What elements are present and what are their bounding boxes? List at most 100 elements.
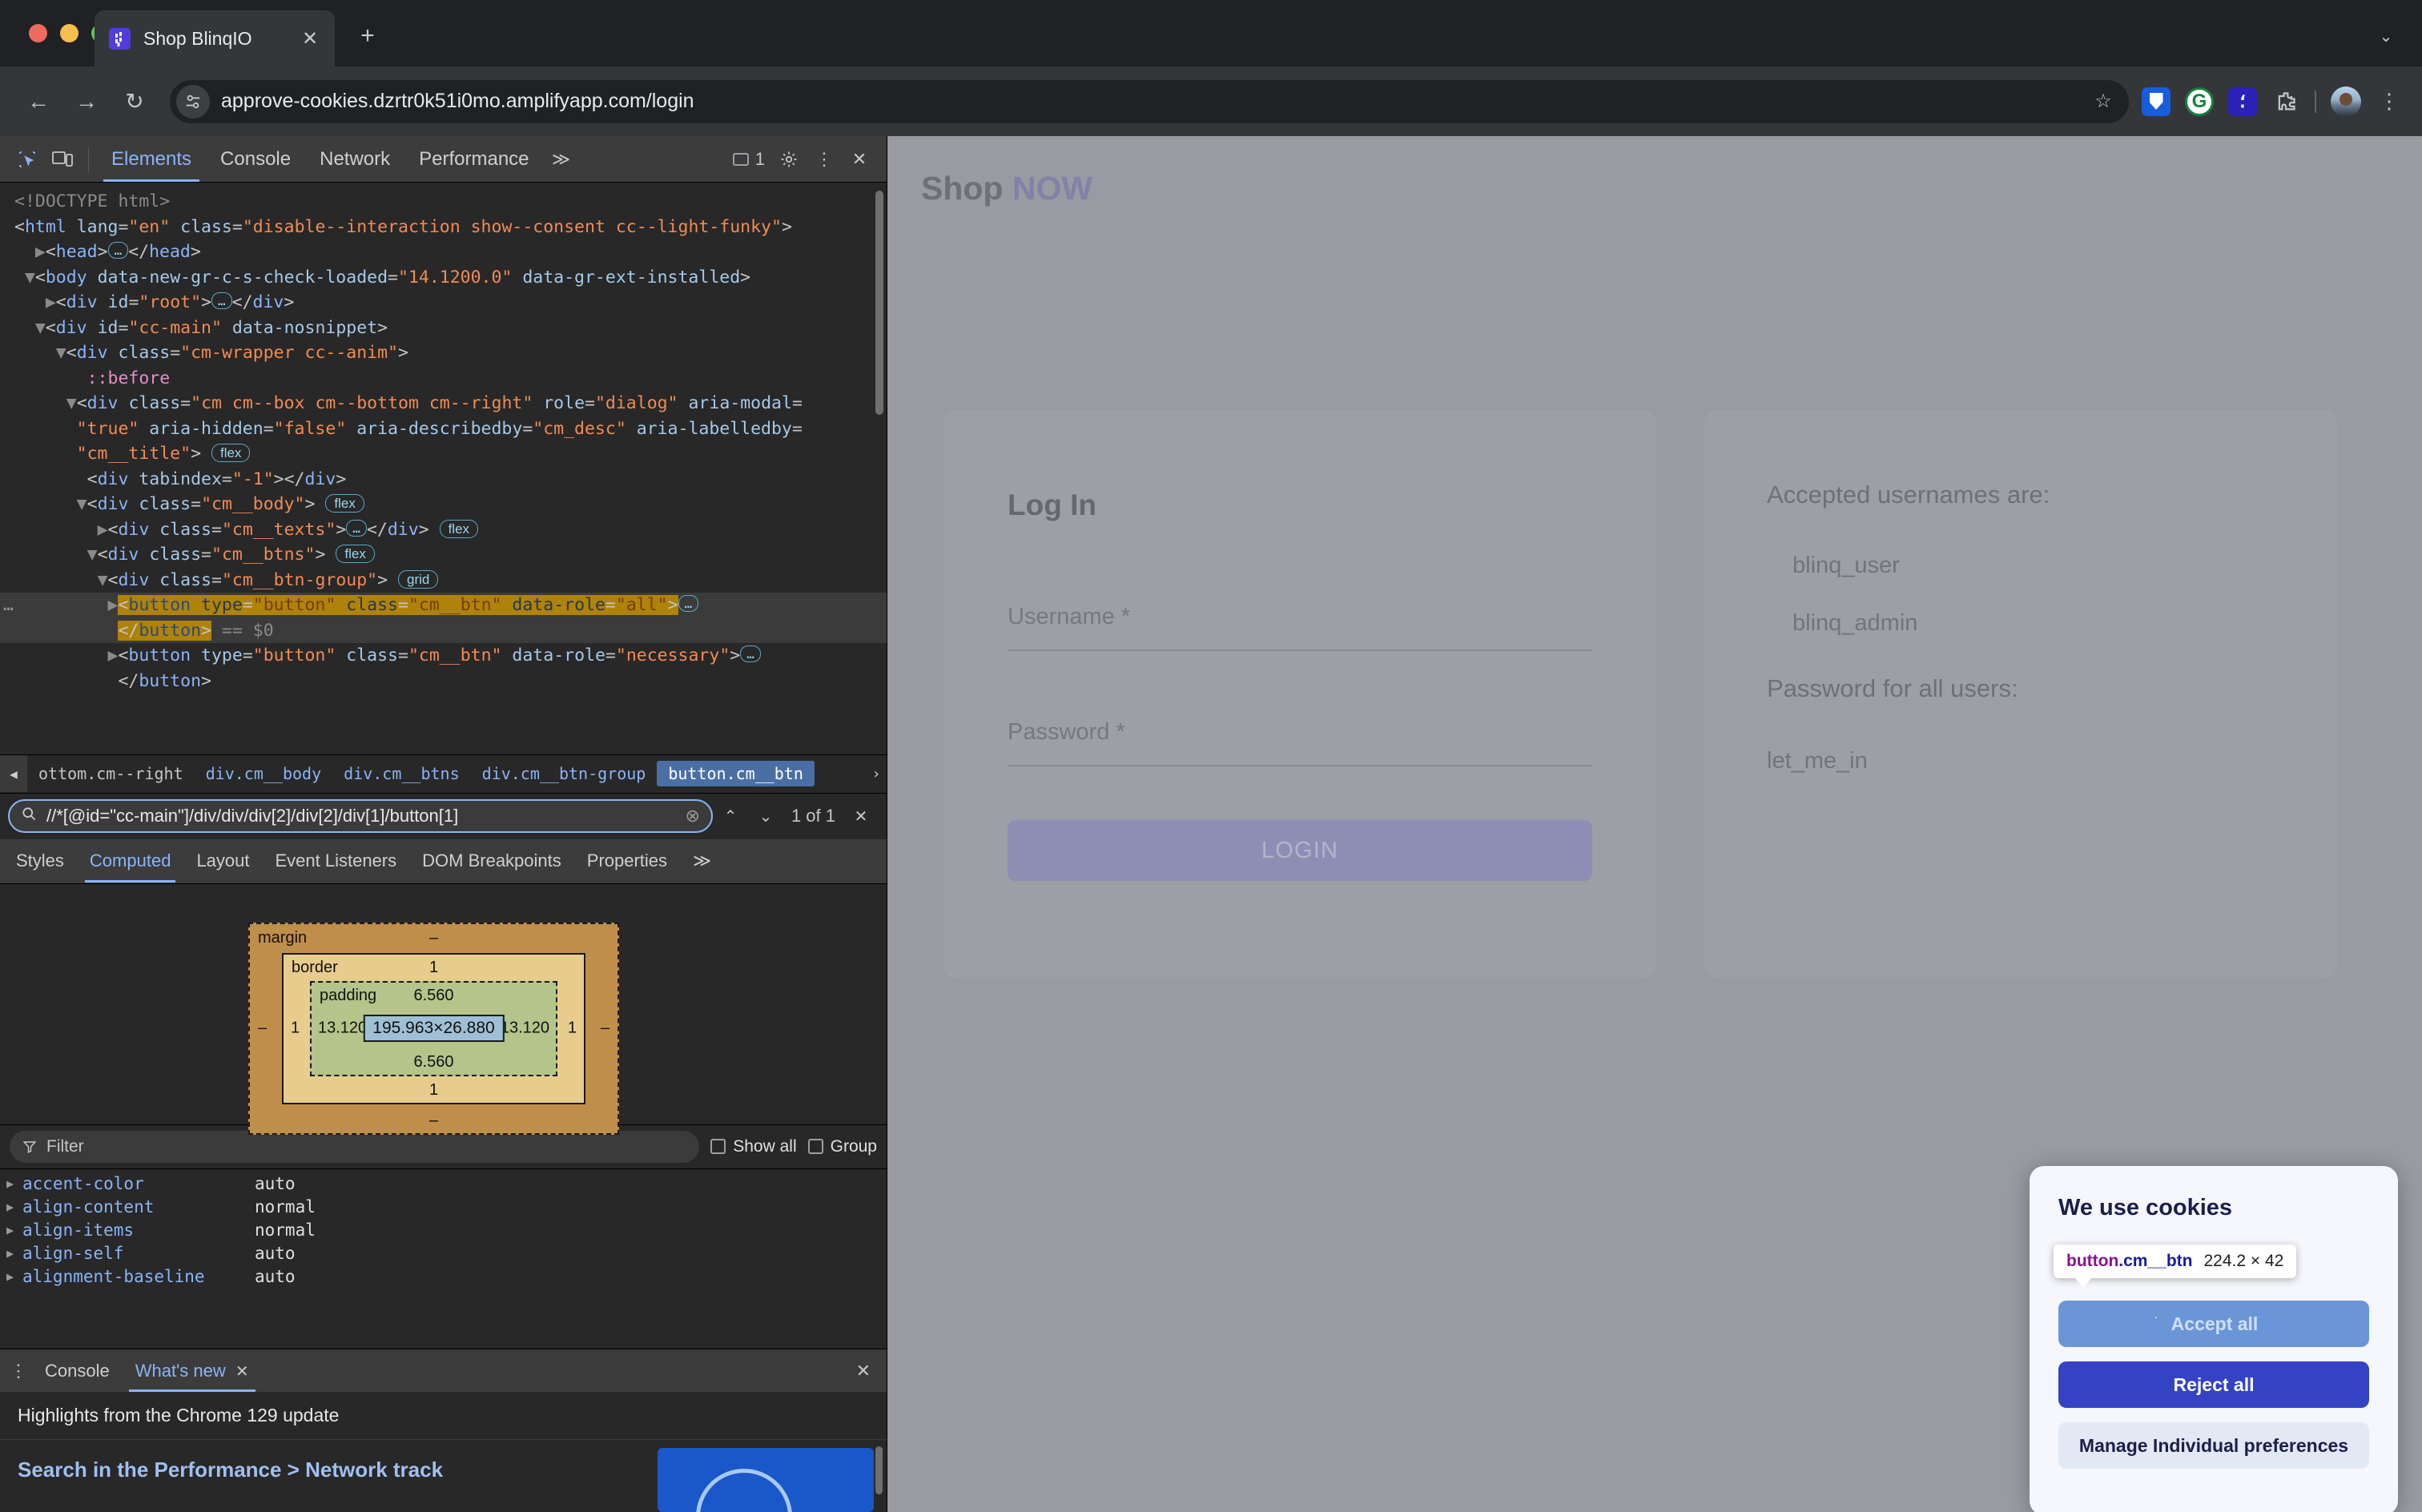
address-bar[interactable]: approve-cookies.dzrtr0k51i0mo.amplifyapp… (170, 80, 2129, 123)
clear-search-icon[interactable]: ⊗ (686, 806, 700, 826)
sidebar-more-tabs-icon[interactable]: ≫ (680, 839, 724, 883)
computed-property-row[interactable]: ▶ align-content normal (0, 1196, 887, 1219)
tab-dom-breakpoints[interactable]: DOM Breakpoints (409, 839, 574, 883)
dom-line[interactable]: ▶<head>…</head> (0, 239, 887, 265)
bookmark-star-icon[interactable]: ☆ (2087, 86, 2119, 118)
computed-property-row[interactable]: ▶ alignment-baseline auto (0, 1265, 887, 1289)
issues-badge[interactable]: 1 (733, 149, 765, 170)
username-field[interactable]: Username * (1008, 604, 1592, 651)
box-model-padding[interactable]: padding 6.560 6.560 13.120 13.120 195.96… (310, 981, 557, 1076)
back-button[interactable]: ← (19, 82, 58, 121)
box-model-margin-bottom[interactable]: – (429, 1112, 438, 1130)
tab-styles[interactable]: Styles (3, 839, 77, 883)
dom-line[interactable]: ::before (0, 366, 887, 392)
extensions-puzzle-icon[interactable] (2271, 87, 2300, 116)
dom-line[interactable]: ▶<button type="button" class="cm__btn" d… (0, 643, 887, 669)
dom-line[interactable]: ▶<div id="root">…</div> (0, 290, 887, 316)
breadcrumb-item-cm-btns[interactable]: div.cm__btns (332, 764, 471, 783)
tab-network[interactable]: Network (305, 137, 404, 182)
box-model-margin-left[interactable]: – (258, 1019, 267, 1038)
filter-input[interactable]: Filter (10, 1131, 699, 1163)
box-model-padding-right[interactable]: 13.120 (501, 1019, 549, 1038)
bitwarden-extension-icon[interactable] (2142, 87, 2171, 116)
checkbox-box[interactable] (710, 1139, 726, 1154)
tab-console[interactable]: Console (206, 137, 305, 182)
devtools-close-icon[interactable]: ✕ (842, 142, 877, 177)
box-model-margin[interactable]: margin – – – – border 1 1 1 1 padding 6.… (248, 923, 619, 1135)
device-toolbar-icon[interactable] (45, 142, 80, 177)
breadcrumb[interactable]: ◀ ottom.cm--right div.cm__body div.cm__b… (0, 754, 887, 793)
accept-all-button[interactable]: Accept all (2058, 1301, 2369, 1347)
dom-line[interactable]: ▼<div class="cm-wrapper cc--anim"> (0, 340, 887, 366)
browser-tab[interactable]: Shop BlinqIO ✕ (95, 10, 335, 66)
dom-line[interactable]: ▼<div class="cm__btn-group"> grid (0, 568, 887, 593)
dom-line-selected-end[interactable]: </button> == $0 (0, 618, 887, 644)
close-icon[interactable]: ✕ (235, 1363, 249, 1381)
search-prev-button[interactable]: ⌃ (713, 806, 748, 826)
drawer-tab-console[interactable]: Console (32, 1350, 123, 1392)
tab-properties[interactable]: Properties (574, 839, 680, 883)
dom-line[interactable]: ▼<body data-new-gr-c-s-check-loaded="14.… (0, 265, 887, 291)
reject-all-button[interactable]: Reject all (2058, 1361, 2369, 1408)
search-input[interactable]: //*[@id="cc-main"]/div/div/div[2]/div[2]… (8, 799, 713, 833)
search-next-button[interactable]: ⌄ (748, 806, 783, 826)
expand-triangle-icon[interactable]: ▶ (6, 1242, 22, 1265)
password-field[interactable]: Password * (1008, 719, 1592, 766)
inspect-element-icon[interactable] (10, 142, 45, 177)
chevron-down-icon[interactable]: ⌄ (2369, 19, 2403, 53)
line-overflow-dots[interactable]: … (3, 593, 14, 618)
more-tabs-icon[interactable]: ≫ (544, 142, 579, 177)
new-tab-button[interactable]: + (351, 19, 384, 53)
checkbox-box[interactable] (808, 1139, 823, 1154)
reload-button[interactable]: ↻ (115, 82, 154, 121)
breadcrumb-item-button-cm-btn[interactable]: button.cm__btn (657, 761, 815, 786)
breadcrumb-item-cm-btn-group[interactable]: div.cm__btn-group (471, 764, 658, 783)
dom-line[interactable]: ▼<div id="cc-main" data-nosnippet> (0, 316, 887, 341)
expand-triangle-icon[interactable]: ▶ (6, 1265, 22, 1289)
drawer-tab-whats-new[interactable]: What's new ✕ (123, 1350, 262, 1392)
minimize-window-button[interactable] (60, 24, 78, 42)
forward-button[interactable]: → (67, 82, 106, 121)
computed-property-row[interactable]: ▶ align-self auto (0, 1242, 887, 1265)
computed-properties-list[interactable]: ▶ accent-color auto ▶ align-content norm… (0, 1169, 887, 1349)
show-all-checkbox[interactable]: Show all (710, 1137, 796, 1156)
breadcrumb-prev-button[interactable]: ◀ (0, 755, 27, 792)
dom-line[interactable]: </button> (0, 669, 887, 694)
avatar[interactable] (2331, 86, 2361, 117)
expand-triangle-icon[interactable]: ▶ (6, 1219, 22, 1242)
box-model-padding-bottom[interactable]: 6.560 (413, 1053, 453, 1072)
expand-triangle-icon[interactable]: ▶ (6, 1172, 22, 1196)
breadcrumb-item-cm-bottom[interactable]: ottom.cm--right (27, 764, 195, 783)
gear-icon[interactable] (771, 142, 807, 177)
browser-menu-button[interactable]: ⋮ (2376, 97, 2403, 107)
devtools-menu-button[interactable]: ⋮ (807, 142, 842, 177)
tab-elements[interactable]: Elements (97, 137, 206, 182)
box-model-border-right[interactable]: 1 (568, 1019, 577, 1038)
manage-preferences-button[interactable]: Manage Individual preferences (2058, 1422, 2369, 1469)
box-model-border[interactable]: border 1 1 1 1 padding 6.560 6.560 13.12… (282, 953, 585, 1104)
search-close-button[interactable]: ✕ (843, 806, 879, 826)
box-model-border-top[interactable]: 1 (429, 959, 438, 977)
close-icon[interactable]: ✕ (298, 26, 322, 50)
box-model-margin-right[interactable]: – (601, 1019, 610, 1038)
drawer-menu-button[interactable]: ⋮ (5, 1367, 32, 1375)
dom-line[interactable]: ▼<div class="cm__btns"> flex (0, 542, 887, 568)
dom-line[interactable]: <html lang="en" class="disable--interact… (0, 215, 887, 240)
whats-new-link[interactable]: Search in the Performance > Network trac… (18, 1458, 443, 1482)
dom-scrollbar[interactable] (875, 191, 883, 415)
dom-line-selected[interactable]: … ▶<button type="button" class="cm__btn"… (0, 593, 887, 618)
tab-computed[interactable]: Computed (77, 839, 184, 883)
login-button[interactable]: LOGIN (1008, 820, 1592, 881)
dom-line[interactable]: ▶<div class="cm__texts">…</div> flex (0, 517, 887, 543)
dom-line[interactable]: <!DOCTYPE html> (0, 189, 887, 215)
box-model-border-bottom[interactable]: 1 (429, 1081, 438, 1100)
whats-new-scrollbar[interactable] (875, 1446, 883, 1494)
drawer-close-button[interactable]: ✕ (856, 1361, 882, 1381)
breadcrumb-item-cm-body[interactable]: div.cm__body (195, 764, 333, 783)
dom-line[interactable]: "cm__title"> flex (0, 441, 887, 467)
dom-line[interactable]: "true" aria-hidden="false" aria-describe… (0, 416, 887, 442)
dom-tree[interactable]: <!DOCTYPE html> <html lang="en" class="d… (0, 183, 887, 754)
computed-property-row[interactable]: ▶ accent-color auto (0, 1172, 887, 1196)
box-model-content-size[interactable]: 195.963×26.880 (363, 1015, 504, 1042)
breadcrumb-next-button[interactable]: › (866, 766, 887, 782)
